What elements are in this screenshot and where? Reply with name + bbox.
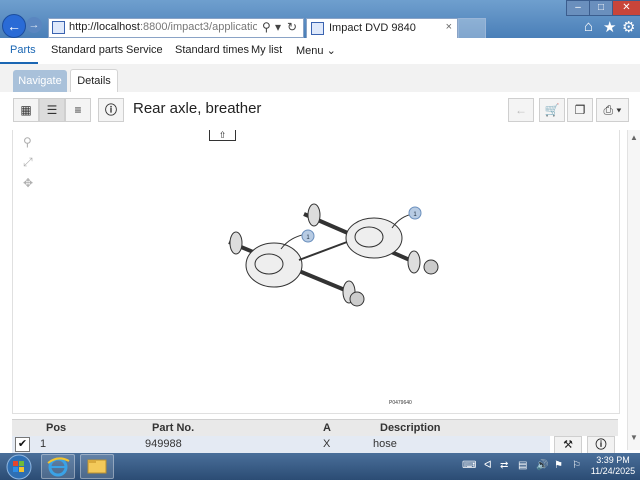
page-favicon-icon xyxy=(52,21,65,34)
flag-icon[interactable]: ⚑ xyxy=(554,460,563,471)
axle-diagram: 1 1 xyxy=(228,203,439,307)
forward-arrow-icon[interactable]: → xyxy=(26,17,42,33)
subtab-bar: Navigate Details xyxy=(0,64,640,93)
flag-alert-icon[interactable]: ⚐ xyxy=(572,460,581,471)
close-tab-icon[interactable]: × xyxy=(446,21,452,33)
fit-screen-icon[interactable]: ⤢ xyxy=(23,155,33,170)
network-icon[interactable]: ▤ xyxy=(518,460,527,471)
dropdown-icon[interactable]: ▾ xyxy=(275,20,281,34)
sync-icon[interactable]: ⇄ xyxy=(500,460,508,471)
hammer-tool-icon[interactable]: ⚒ xyxy=(554,436,582,454)
page-title: Rear axle, breather xyxy=(133,100,262,117)
internet-explorer-icon[interactable] xyxy=(41,454,75,479)
copy-icon[interactable]: ❐ xyxy=(567,98,593,122)
tab-favicon-icon xyxy=(311,22,324,35)
cell-a: X xyxy=(323,438,331,450)
scroll-down-icon[interactable]: ▼ xyxy=(630,433,638,442)
pan-move-icon[interactable]: ✥ xyxy=(23,176,33,190)
col-header-part-no[interactable]: Part No. xyxy=(152,422,194,434)
col-header-pos[interactable]: Pos xyxy=(46,422,66,434)
volume-icon[interactable]: 🔊 xyxy=(536,460,548,471)
new-tab-button[interactable] xyxy=(458,18,486,39)
close-window-icon[interactable]: ✕ xyxy=(612,0,640,16)
col-header-a[interactable]: A xyxy=(323,422,331,434)
grid-view-icon[interactable]: ▦ xyxy=(13,98,39,122)
info-icon[interactable]: ⓘ xyxy=(98,98,124,122)
back-arrow-icon[interactable]: ← xyxy=(2,14,26,38)
clock-date: 11/24/2025 xyxy=(590,466,636,476)
browser-tab[interactable]: Impact DVD 9840 × xyxy=(306,18,458,39)
list-view-icon[interactable]: ☰ xyxy=(39,98,65,122)
col-header-description[interactable]: Description xyxy=(380,422,441,434)
print-icon[interactable]: ⎙ ▾ xyxy=(596,98,629,122)
windows-start-icon[interactable] xyxy=(4,454,34,480)
cell-description: hose xyxy=(373,438,397,450)
table-row[interactable]: ✔ 1 949988 X hose xyxy=(12,436,550,453)
nav-item-standard-parts[interactable]: Standard parts xyxy=(51,44,123,56)
tab-details[interactable]: Details xyxy=(70,69,118,93)
cell-pos: 1 xyxy=(40,438,47,450)
nav-item-parts[interactable]: Parts xyxy=(10,44,36,56)
back-arrow-button-icon[interactable]: ← xyxy=(508,98,534,122)
detail-view-icon[interactable]: ≡ xyxy=(65,98,91,122)
scroll-up-icon[interactable]: ▲ xyxy=(630,133,638,142)
keyboard-icon[interactable]: ⌨ xyxy=(462,460,476,471)
main-nav: Parts Standard parts Service Standard ti… xyxy=(0,38,640,65)
address-bar[interactable]: http://localhost:8800/impact3/applicatio… xyxy=(48,18,304,38)
cell-part-no: 949988 xyxy=(145,438,182,450)
search-icon[interactable]: ⚲ xyxy=(262,20,271,34)
url-text: http://localhost:8800/impact3/applicatio… xyxy=(69,21,257,33)
diagram-reference: P0479640 xyxy=(389,400,412,406)
taskbar-clock[interactable]: 3:39 PM 11/24/2025 xyxy=(590,455,636,477)
bluetooth-icon[interactable]: ᐊ xyxy=(484,460,492,471)
zoom-out-icon[interactable]: ⚲ xyxy=(23,135,32,149)
row-info-icon[interactable]: ⓘ xyxy=(587,436,615,454)
tab-navigate[interactable]: Navigate xyxy=(13,70,67,92)
nav-item-my-list[interactable]: My list xyxy=(251,44,282,56)
refresh-icon[interactable]: ↻ xyxy=(287,20,297,34)
favorites-star-icon[interactable]: ★ xyxy=(603,18,616,36)
diagram-panel[interactable]: ⚲ ⤢ ✥ ⇧ 1 1 P0479640 xyxy=(12,130,620,414)
scroll-up-marker-icon[interactable]: ⇧ xyxy=(209,130,236,141)
row-checkbox[interactable]: ✔ xyxy=(15,437,30,452)
tab-title: Impact DVD 9840 xyxy=(329,22,416,34)
nav-item-service[interactable]: Service xyxy=(126,44,163,56)
nav-item-standard-times[interactable]: Standard times xyxy=(175,44,249,56)
nav-item-menu[interactable]: Menu ⌄ xyxy=(296,44,336,57)
home-icon[interactable]: ⌂ xyxy=(584,18,593,35)
parts-table-header: Pos Part No. A Description xyxy=(12,419,618,436)
cart-icon[interactable]: 🛒 xyxy=(539,98,565,122)
file-explorer-icon[interactable] xyxy=(80,454,114,479)
toolbar: ▦ ☰ ≡ ⓘ Rear axle, breather ← 🛒 ❐ ⎙ ▾ xyxy=(0,92,640,130)
minimize-icon[interactable]: – xyxy=(566,0,590,16)
settings-gear-icon[interactable]: ⚙ xyxy=(622,18,635,36)
clock-time: 3:39 PM xyxy=(596,455,630,465)
maximize-icon[interactable]: □ xyxy=(589,0,613,16)
page-scrollbar[interactable]: ▲ ▼ xyxy=(627,130,640,450)
